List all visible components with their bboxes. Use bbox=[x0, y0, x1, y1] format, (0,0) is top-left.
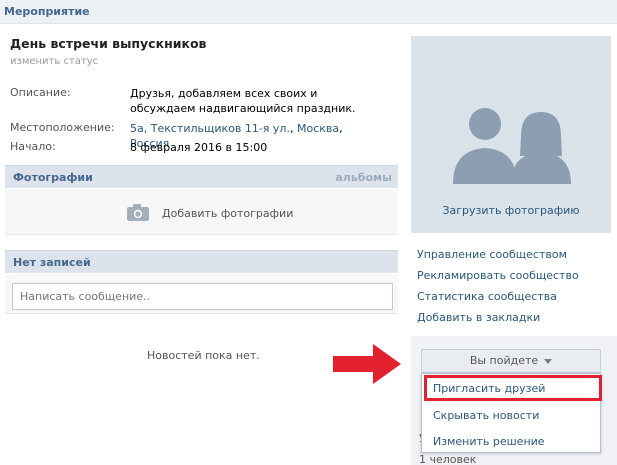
location-label: Местоположение: bbox=[10, 121, 115, 134]
albums-link[interactable]: альбомы bbox=[335, 171, 392, 184]
section-title: Мероприятие bbox=[4, 5, 90, 18]
red-arrow-pointer-icon bbox=[333, 344, 401, 384]
photos-body: Добавить фотографии bbox=[5, 189, 398, 235]
highlight-box bbox=[424, 375, 602, 401]
description-label: Описание: bbox=[10, 86, 71, 99]
no-news-text: Новостей пока нет. bbox=[147, 349, 260, 362]
top-bar: Мероприятие bbox=[0, 0, 617, 24]
location-street-link[interactable]: 5а, Текстильщиков 11-я ул. bbox=[130, 122, 290, 135]
photos-header: Фотографии альбомы bbox=[5, 165, 398, 188]
community-stats-link[interactable]: Статистика сообщества bbox=[417, 290, 557, 303]
start-value: 8 февраля 2016 в 15:00 bbox=[130, 141, 268, 154]
attendance-button-label: Вы пойдете bbox=[469, 354, 539, 367]
wall-header: Нет записей bbox=[5, 250, 398, 273]
caret-down-icon bbox=[544, 358, 553, 364]
post-message-input[interactable] bbox=[12, 283, 393, 310]
community-avatar[interactable]: Загрузить фотографию bbox=[411, 36, 611, 233]
menu-item-hide-news[interactable]: Скрывать новости bbox=[433, 409, 539, 422]
change-status-link[interactable]: изменить статус bbox=[10, 56, 98, 67]
menu-item-change-decision[interactable]: Изменить решение bbox=[433, 435, 545, 448]
start-label: Начало: bbox=[10, 140, 56, 153]
photos-header-title[interactable]: Фотографии bbox=[13, 171, 93, 184]
wall-header-title: Нет записей bbox=[13, 256, 91, 269]
description-value: Друзья, добавляем всех своих и обсуждаем… bbox=[130, 87, 356, 115]
community-avatar-placeholder-icon bbox=[453, 108, 571, 184]
event-title: День встречи выпускников bbox=[10, 36, 207, 51]
wall-body bbox=[5, 274, 398, 314]
location-city-link[interactable]: Москва bbox=[297, 122, 339, 135]
attendance-dropdown-button[interactable]: Вы пойдете bbox=[421, 349, 601, 373]
camera-icon bbox=[127, 204, 149, 221]
members-count[interactable]: 1 человек bbox=[419, 453, 476, 465]
manage-community-link[interactable]: Управление сообществом bbox=[417, 248, 567, 261]
advertise-community-link[interactable]: Рекламировать сообщество bbox=[417, 269, 579, 282]
add-photos-label: Добавить фотографии bbox=[162, 207, 294, 220]
upload-photo-link[interactable]: Загрузить фотографию bbox=[411, 204, 611, 217]
add-bookmark-link[interactable]: Добавить в закладки bbox=[417, 311, 540, 324]
